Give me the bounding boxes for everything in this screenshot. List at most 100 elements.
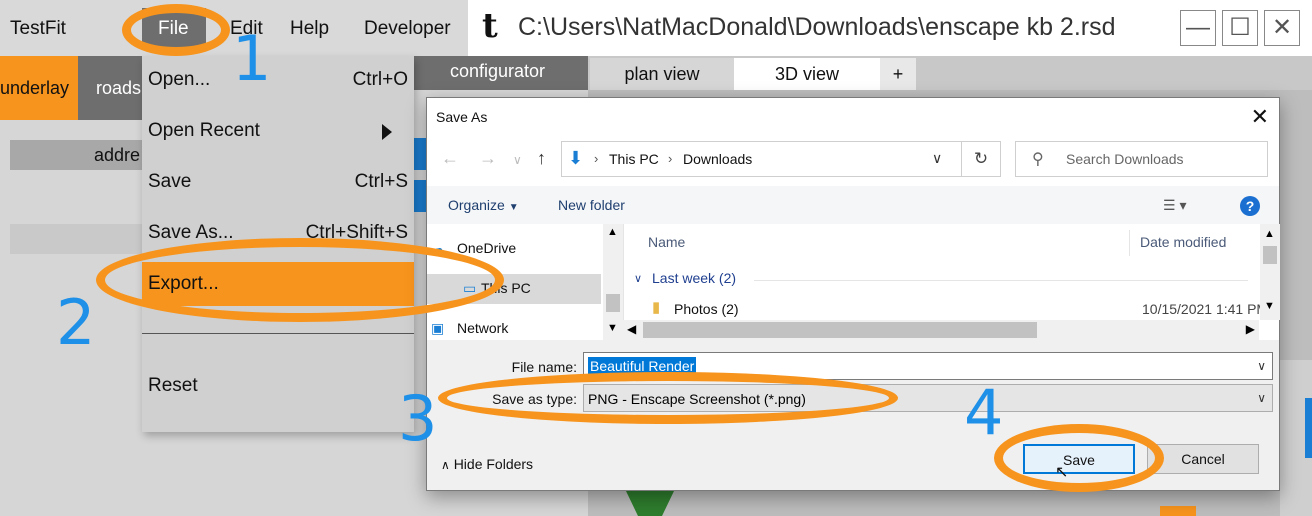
chevron-down-icon[interactable]: ∨ — [1257, 359, 1266, 373]
hide-folders-label: Hide Folders — [453, 456, 534, 472]
minimize-button[interactable]: — — [1180, 10, 1216, 46]
column-header-name[interactable]: Name — [648, 234, 685, 250]
window-titlebar: t C:\Users\NatMacDonald\Downloads\enscap… — [468, 0, 1312, 56]
save-as-dialog: Save As ✕ ← → ∨ ↑ ⬇ › This PC › Download… — [426, 97, 1280, 491]
maximize-button[interactable]: ☐ — [1222, 10, 1258, 46]
chevron-down-icon[interactable]: ∨ — [932, 150, 942, 167]
nav-item-network[interactable]: ▣ Network — [431, 320, 509, 336]
background-blue-tab — [1305, 398, 1312, 458]
address-bar[interactable]: ⬇ › This PC › Downloads ∨ — [561, 141, 1001, 177]
annotation-ellipse-file — [122, 4, 230, 56]
scroll-right-icon[interactable]: ▶ — [1246, 322, 1255, 336]
scroll-up-icon[interactable]: ▲ — [607, 226, 618, 238]
menu-item-shortcut: Ctrl+O — [352, 69, 408, 90]
column-divider — [1129, 230, 1130, 256]
help-icon[interactable]: ? — [1240, 196, 1260, 216]
menu-item-open-recent[interactable]: Open Recent — [142, 109, 414, 153]
close-window-button[interactable]: ✕ — [1264, 10, 1300, 46]
back-arrow-icon[interactable]: ← — [441, 148, 459, 169]
folder-icon: ▮ — [652, 299, 661, 316]
nav-item-label: Network — [457, 320, 509, 336]
dialog-titlebar: Save As ✕ — [427, 98, 1279, 136]
nav-item-label: OneDrive — [457, 240, 517, 256]
refresh-icon[interactable]: ↻ — [961, 141, 1001, 177]
app-logo: t — [482, 6, 498, 46]
nav-item-onedrive[interactable]: ☁ OneDrive — [431, 240, 517, 256]
menu-developer[interactable]: Developer — [364, 18, 451, 40]
scroll-thumb[interactable] — [1263, 246, 1277, 264]
downloads-folder-icon: ⬇ — [568, 148, 584, 168]
dialog-toolbar: Organize ▼ New folder ☰ ▾ ? — [427, 186, 1279, 224]
network-icon: ▣ — [431, 320, 445, 336]
window-title: C:\Users\NatMacDonald\Downloads\enscape … — [518, 13, 1116, 41]
background-orange-button — [1160, 506, 1196, 516]
chevron-down-icon[interactable]: ∨ — [1257, 391, 1266, 405]
group-last-week[interactable]: Last week (2) — [652, 270, 736, 286]
menu-item-save[interactable]: Save Ctrl+S — [142, 160, 414, 204]
breadcrumb-separator-icon: › — [594, 151, 599, 166]
tab-3d-view[interactable]: 3D view — [734, 58, 880, 90]
menu-item-label: Open Recent — [148, 120, 260, 141]
new-folder-button[interactable]: New folder — [558, 197, 625, 213]
annotation-ellipse-export — [96, 238, 504, 322]
chevron-up-icon: ∧ — [441, 458, 450, 472]
scroll-left-icon[interactable]: ◀ — [627, 322, 636, 336]
scroll-thumb[interactable] — [606, 294, 620, 312]
tab-plan-view[interactable]: plan view — [590, 58, 734, 90]
menu-item-shortcut: Ctrl+S — [354, 171, 408, 192]
view-tabstrip: plan view 3D view + — [588, 56, 1312, 90]
address-field[interactable]: addre — [10, 140, 142, 170]
menu-separator — [142, 333, 414, 334]
search-input[interactable]: ⚲ Search Downloads — [1015, 141, 1268, 177]
tab-roads[interactable]: roads — [78, 56, 142, 120]
file-list-scrollbar[interactable]: ▲ ▼ — [1260, 224, 1280, 320]
scroll-down-icon[interactable]: ▼ — [1264, 300, 1275, 312]
scroll-down-icon[interactable]: ▼ — [607, 322, 618, 334]
close-icon[interactable]: ✕ — [1251, 104, 1269, 130]
scroll-thumb[interactable] — [643, 322, 1037, 338]
hide-folders-button[interactable]: ∧ Hide Folders — [441, 456, 533, 472]
annotation-ellipse-save-type — [438, 372, 898, 424]
scroll-up-icon[interactable]: ▲ — [1264, 228, 1275, 240]
search-icon: ⚲ — [1032, 151, 1044, 168]
organize-button[interactable]: Organize ▼ — [448, 197, 519, 213]
menu-item-label: Open... — [148, 69, 211, 90]
forward-arrow-icon[interactable]: → — [479, 148, 497, 169]
file-list-hscroll[interactable]: ◀ ▶ — [623, 320, 1259, 340]
menu-testfit[interactable]: TestFit — [10, 18, 66, 40]
annotation-ellipse-save — [994, 424, 1164, 492]
file-row-date: 10/15/2021 1:41 PM — [1142, 301, 1262, 317]
file-name-label: File name: — [511, 359, 577, 375]
tab-underlay[interactable]: underlay — [0, 56, 78, 120]
add-tab-button[interactable]: + — [880, 58, 916, 90]
breadcrumb-separator-icon: › — [668, 151, 673, 166]
breadcrumb-downloads[interactable]: Downloads — [683, 151, 752, 167]
menu-item-reset[interactable]: Reset — [142, 364, 414, 408]
step-number-3: 3 — [398, 382, 438, 455]
dialog-title: Save As — [436, 109, 488, 125]
step-number-1: 1 — [232, 22, 272, 95]
menu-item-open[interactable]: Open... Ctrl+O — [142, 58, 414, 102]
step-number-4: 4 — [964, 376, 1004, 449]
column-header-date[interactable]: Date modified — [1140, 234, 1226, 250]
organize-label: Organize — [448, 197, 505, 213]
up-arrow-icon[interactable]: ↑ — [537, 148, 546, 169]
dropdown-caret-icon: ▼ — [508, 202, 519, 213]
file-row-name[interactable]: Photos (2) — [674, 301, 739, 317]
recent-locations-icon[interactable]: ∨ — [513, 153, 522, 167]
nav-scrollbar[interactable]: ▲ ▼ — [603, 224, 623, 340]
search-placeholder: Search Downloads — [1066, 151, 1184, 167]
background-row — [10, 224, 142, 254]
screenshot-root: TestFit File Edit Help Developer t C:\Us… — [0, 0, 1312, 516]
view-options-icon[interactable]: ☰ ▾ — [1163, 197, 1186, 214]
configurator-tab[interactable]: configurator — [414, 56, 588, 90]
dialog-nav-row: ← → ∨ ↑ ⬇ › This PC › Downloads ∨ ↻ ⚲ Se… — [427, 136, 1279, 186]
collapse-group-icon[interactable]: ∨ — [634, 272, 642, 285]
menu-item-label: Save — [148, 171, 192, 192]
group-divider — [754, 280, 1248, 281]
step-number-2: 2 — [56, 286, 96, 359]
breadcrumb-this-pc[interactable]: This PC — [609, 151, 659, 167]
submenu-arrow-icon — [382, 124, 392, 140]
menu-help[interactable]: Help — [290, 18, 329, 40]
menu-item-label: Reset — [148, 375, 198, 396]
